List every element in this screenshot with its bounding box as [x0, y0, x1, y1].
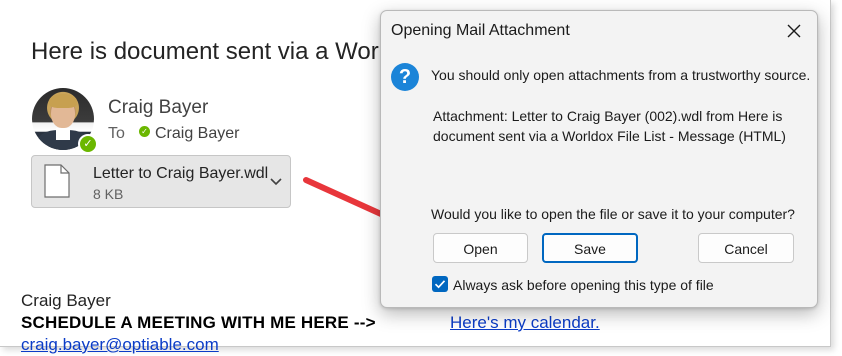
checkmark-icon: [434, 280, 446, 289]
dialog-title: Opening Mail Attachment: [391, 22, 570, 39]
to-label: To: [108, 125, 125, 142]
dialog-question: Would you like to open the file or save …: [431, 206, 795, 222]
question-icon: ?: [391, 63, 419, 91]
signature-email-link[interactable]: craig.bayer@optiable.com: [21, 335, 219, 355]
email-subject: Here is document sent via a Wor: [31, 38, 379, 65]
sender-name[interactable]: Craig Bayer: [108, 97, 208, 119]
dialog-warning-text: You should only open attachments from a …: [431, 67, 811, 83]
opening-mail-attachment-dialog: Opening Mail Attachment ? You should onl…: [380, 10, 818, 308]
close-icon[interactable]: [783, 20, 805, 42]
calendar-link[interactable]: Here's my calendar.: [450, 313, 600, 333]
attachment-name: Letter to Craig Bayer.wdl: [93, 165, 269, 182]
save-button[interactable]: Save: [542, 233, 638, 263]
signature-cta: SCHEDULE A MEETING WITH ME HERE -->: [21, 313, 376, 332]
attachment-card[interactable]: Letter to Craig Bayer.wdl 8 KB: [31, 155, 291, 208]
presence-available-icon: ✓: [78, 134, 98, 154]
signature-name: Craig Bayer: [21, 291, 111, 310]
file-icon: [44, 164, 70, 198]
attachment-size: 8 KB: [93, 186, 124, 202]
open-button[interactable]: Open: [433, 233, 528, 263]
dialog-attachment-info: Attachment: Letter to Craig Bayer (002).…: [433, 108, 786, 144]
chevron-down-icon[interactable]: [268, 173, 284, 189]
recipient-name[interactable]: Craig Bayer: [155, 125, 239, 143]
always-ask-label[interactable]: Always ask before opening this type of f…: [453, 277, 714, 293]
cancel-button[interactable]: Cancel: [698, 233, 794, 263]
recipient-presence-icon: ✓: [139, 126, 150, 137]
always-ask-checkbox[interactable]: [432, 276, 448, 292]
